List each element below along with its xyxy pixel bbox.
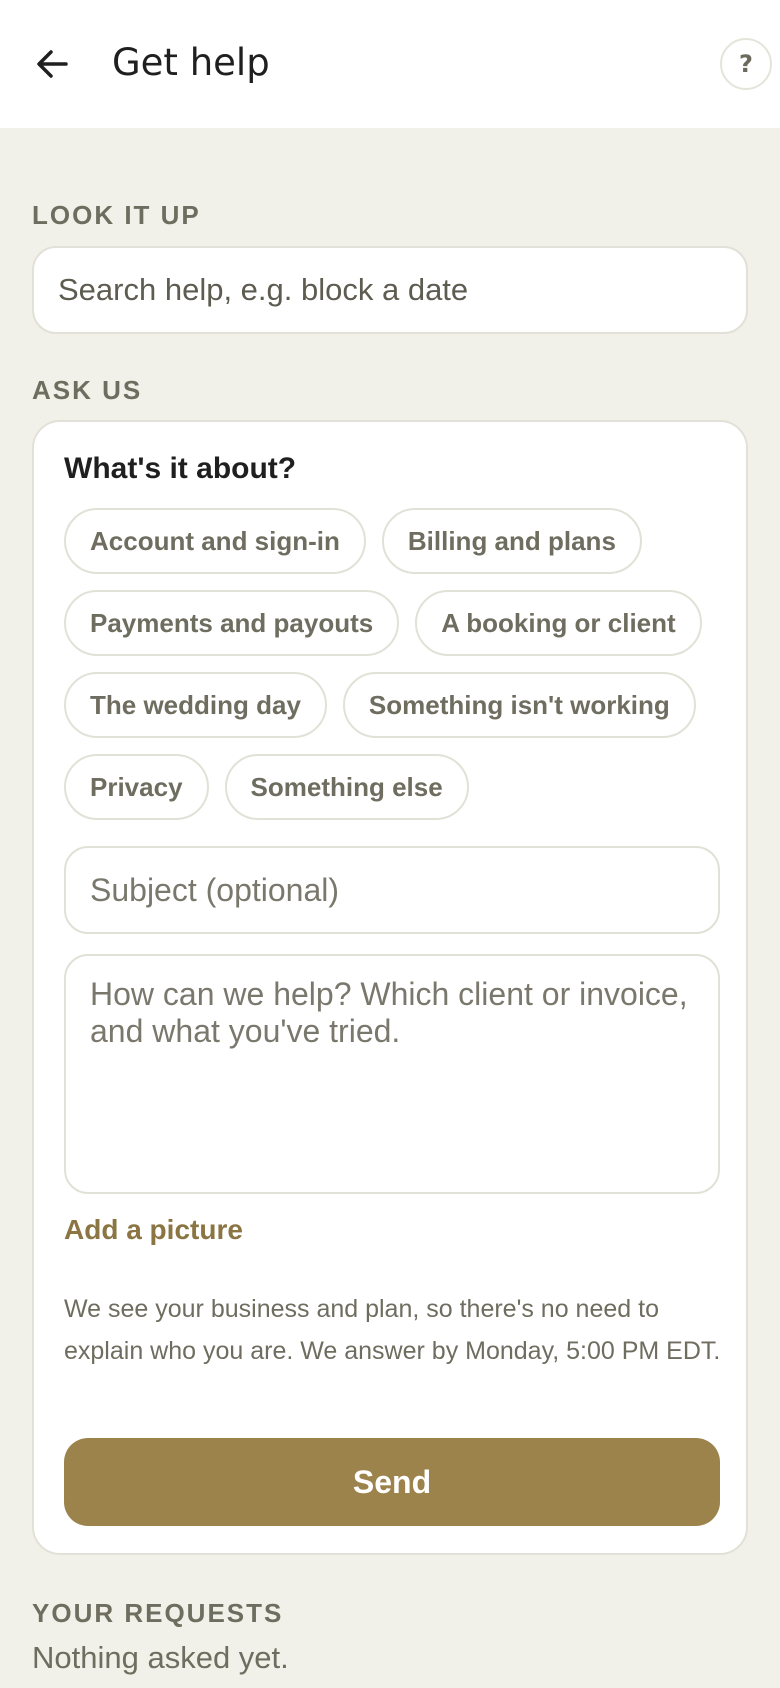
topic-chip-payments[interactable]: Payments and payouts: [64, 590, 400, 656]
arrow-left-icon: [37, 50, 68, 78]
topic-chip-something-else[interactable]: Something else: [224, 754, 469, 820]
message-input[interactable]: [66, 956, 718, 1192]
topic-chip-account[interactable]: Account and sign-in: [64, 508, 366, 574]
topic-chip-booking[interactable]: A booking or client: [415, 590, 702, 656]
ask-section-label: ASK US: [32, 375, 143, 405]
topic-chip-privacy[interactable]: Privacy: [64, 754, 209, 820]
add-picture-link[interactable]: Add a picture: [64, 1214, 243, 1246]
topic-question: What's it about?: [64, 452, 297, 485]
back-button[interactable]: [26, 38, 78, 90]
ask-form-card: What's it about? Account and sign-in Bil…: [32, 420, 748, 1555]
topic-chip-billing[interactable]: Billing and plans: [381, 508, 642, 574]
page-title: Get help: [112, 41, 270, 84]
send-button[interactable]: Send: [64, 1438, 720, 1526]
subject-field[interactable]: [64, 846, 720, 934]
subject-input[interactable]: [66, 848, 718, 932]
message-field[interactable]: [64, 954, 720, 1194]
response-time-note: We see your business and plan, so there'…: [64, 1295, 721, 1365]
help-button[interactable]: ?: [720, 38, 772, 90]
lookup-section-label: LOOK IT UP: [32, 200, 201, 230]
requests-section-label: YOUR REQUESTS: [32, 1598, 284, 1628]
search-input[interactable]: [34, 248, 746, 332]
topic-chips: Account and sign-in Billing and plans Pa…: [64, 508, 724, 820]
top-bar: Get help ?: [0, 0, 780, 128]
search-field[interactable]: [32, 246, 748, 334]
topic-chip-wedding-day[interactable]: The wedding day: [64, 672, 327, 738]
topic-chip-not-working[interactable]: Something isn't working: [342, 672, 696, 738]
requests-empty-state: Nothing asked yet.: [32, 1640, 289, 1675]
